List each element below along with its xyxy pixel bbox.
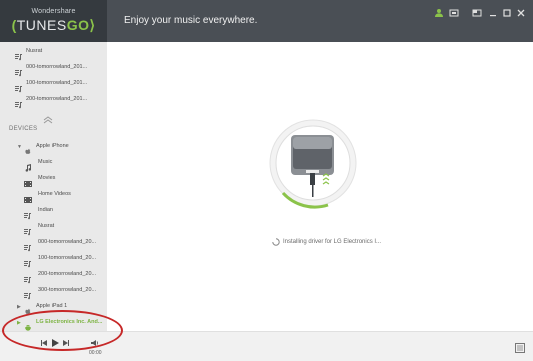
app-logo: Wondershare (TUNESGO⟩ — [0, 0, 107, 42]
apple-icon — [24, 143, 32, 154]
sidebar-item-label: 100-tomorrowland_201... — [26, 80, 88, 86]
collapse-up-icon[interactable] — [42, 111, 54, 124]
sidebar: Wondershare (TUNESGO⟩ Nusrat 000-tomorro… — [0, 0, 107, 361]
device-label: Apple iPad 1 — [36, 303, 68, 309]
brand-label: Wondershare — [31, 8, 76, 15]
playlist-icon — [24, 207, 32, 220]
playback-time: 00:00 — [89, 350, 102, 356]
status-message: Installing driver for LG Electronics I..… — [283, 239, 382, 245]
device-connect-illustration — [269, 119, 357, 209]
device-item-label: Home Videos — [38, 191, 71, 197]
apple-icon — [24, 303, 32, 314]
device-item-label: 300-tomorrowland_20... — [38, 287, 97, 293]
device-item-label: Nusrat — [38, 223, 55, 229]
annotation-ellipse — [2, 310, 123, 351]
sidebar-list: Nusrat 000-tomorrowland_201... 100-tomor… — [0, 42, 107, 332]
movie-icon — [24, 175, 32, 187]
content-pane: Installing driver for LG Electronics I..… — [107, 42, 533, 332]
playlist-icon — [15, 80, 23, 93]
device-item-playlist[interactable]: 000-tomorrowland_20... — [0, 236, 107, 252]
tunesgo-window: Wondershare (TUNESGO⟩ Nusrat 000-tomorro… — [0, 0, 533, 361]
playlist-icon — [24, 223, 32, 236]
logo-tunes: TUNES — [16, 17, 67, 33]
sidebar-item-playlist[interactable]: 100-tomorrowland_201... — [0, 77, 107, 93]
playlist-icon — [24, 255, 32, 268]
header-bar: Enjoy your music everywhere. — [107, 0, 533, 42]
maximize-icon[interactable] — [502, 5, 512, 17]
device-item-playlist[interactable]: Indian — [0, 204, 107, 220]
playlist-view-icon[interactable] — [515, 343, 525, 353]
device-item-label: Music — [38, 159, 53, 165]
device-item-music[interactable]: Music — [0, 156, 107, 172]
loading-spinner-icon — [272, 238, 280, 246]
device-item-playlist[interactable]: 100-tomorrowland_20... — [0, 252, 107, 268]
sidebar-item-playlist[interactable]: Nusrat — [0, 45, 107, 61]
device-item-movies[interactable]: Movies — [0, 172, 107, 187]
logo-bracket-right: ⟩ — [89, 17, 96, 33]
minimize-icon[interactable] — [488, 5, 498, 17]
playlist-icon — [24, 287, 32, 300]
logo-go: GO — [66, 17, 90, 33]
playlist-icon — [24, 239, 32, 252]
sidebar-item-label: 000-tomorrowland_201... — [26, 64, 88, 70]
device-apple-iphone[interactable]: ▼ Apple iPhone — [0, 140, 107, 155]
feedback-icon[interactable] — [449, 5, 459, 17]
device-label: Apple iPhone — [36, 143, 69, 149]
device-item-label: 200-tomorrowland_20... — [38, 271, 97, 277]
device-item-label: Movies — [38, 175, 56, 181]
close-icon[interactable] — [516, 5, 526, 17]
sidebar-item-label: 200-tomorrowland_201... — [26, 96, 88, 102]
device-item-home-videos[interactable]: Home Videos — [0, 188, 107, 203]
playlist-icon — [15, 48, 23, 61]
expand-arrow-icon[interactable]: ▶ — [17, 304, 21, 310]
minimode-icon[interactable] — [472, 5, 482, 17]
playlist-icon — [15, 64, 23, 77]
devices-section-title: DEVICES — [9, 126, 38, 132]
sidebar-item-playlist[interactable]: 000-tomorrowland_201... — [0, 61, 107, 77]
sidebar-item-playlist[interactable]: 200-tomorrowland_201... — [0, 93, 107, 109]
device-item-playlist[interactable]: Nusrat — [0, 220, 107, 236]
sidebar-item-label: Nusrat — [26, 48, 43, 54]
device-item-label: Indian — [38, 207, 53, 213]
playlist-icon — [24, 271, 32, 284]
playlist-icon — [15, 96, 23, 109]
music-icon — [24, 159, 32, 172]
app-name: (TUNESGO⟩ — [0, 17, 107, 34]
device-item-label: 100-tomorrowland_20... — [38, 255, 97, 261]
device-item-label: 000-tomorrowland_20... — [38, 239, 97, 245]
user-icon[interactable] — [434, 5, 444, 17]
expand-arrow-icon[interactable]: ▼ — [17, 144, 22, 150]
main-area: Enjoy your music everywhere. Installing … — [107, 0, 533, 361]
device-item-playlist[interactable]: 300-tomorrowland_20... — [0, 284, 107, 300]
device-item-playlist[interactable]: 200-tomorrowland_20... — [0, 268, 107, 284]
video-icon — [24, 191, 32, 203]
tagline: Enjoy your music everywhere. — [124, 15, 258, 26]
